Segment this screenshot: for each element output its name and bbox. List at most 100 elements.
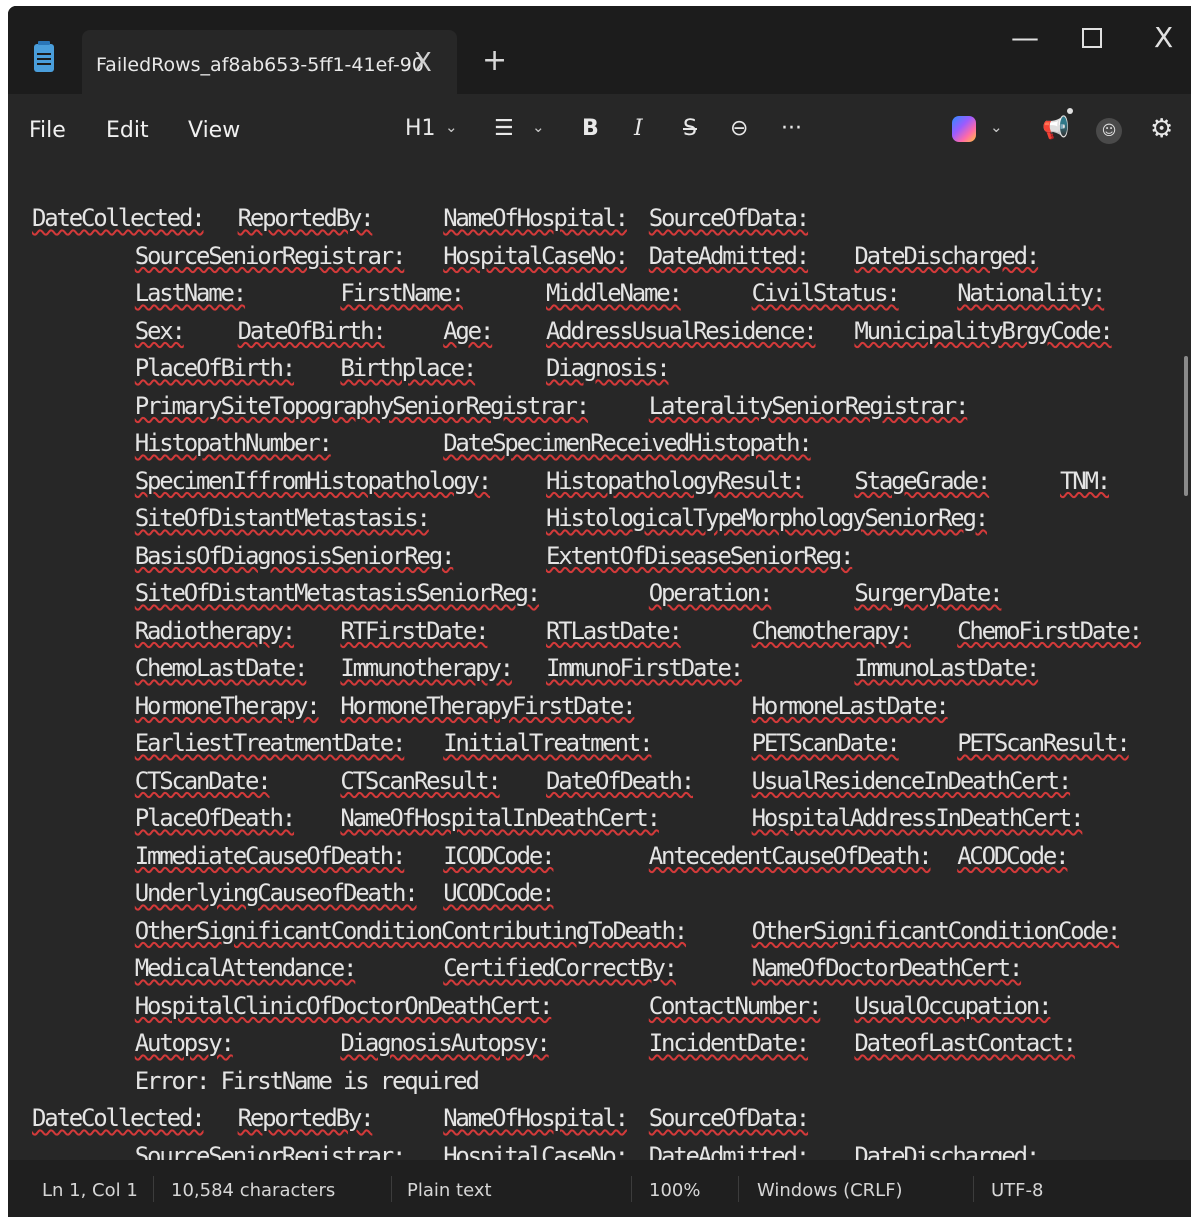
editor-field: Radiotherapy: (134, 616, 296, 645)
editor-field: NameOfDoctorDeathCert: (751, 954, 1024, 982)
vertical-scrollbar[interactable] (1184, 356, 1188, 496)
editor-field: IncidentDate: (648, 1029, 810, 1057)
editor-field: SiteOfDistantMetastasisSeniorReg: (134, 579, 541, 607)
editor-line: HormoneTherapy: HormoneTherapyFirstDate: H… (32, 684, 1182, 722)
more-options-icon[interactable]: ··· (781, 116, 802, 142)
editor-field: DateofLastContact: (854, 1029, 1077, 1057)
link-icon[interactable]: ⊖ (730, 116, 748, 142)
editor-line: ChemoLastDate: Immunotherapy: ImmunoFirstD… (32, 646, 1182, 684)
editor-line: DateCollected: ReportedBy: NameOfHospital:… (32, 1096, 1182, 1134)
status-bar: Ln 1, Col 1 10,584 characters Plain text… (8, 1160, 1191, 1217)
italic-icon[interactable]: I (634, 116, 643, 142)
editor-line: PlaceOfDeath: NameOfHospitalInDeathCert: H… (32, 796, 1182, 834)
line-ending[interactable]: Windows (CRLF) (757, 1180, 903, 1201)
encoding[interactable]: UTF-8 (991, 1180, 1043, 1201)
editor-field: BasisOfDiagnosisSeniorReg: (134, 541, 456, 570)
editor-field: UsualOccupation: (854, 991, 1052, 1020)
editor-line: PlaceOfBirth: Birthplace: Diagnosis: (32, 346, 1182, 384)
editor-field: Age: (443, 316, 494, 345)
close-window-icon[interactable]: X (1154, 24, 1173, 52)
heading-chevron-down-icon[interactable]: ⌄ (445, 118, 458, 136)
title-bar: FailedRows_af8ab653-5ff1-41ef-90 X + — X (8, 6, 1191, 94)
editor-field: Sex: (134, 316, 186, 345)
editor-field: HistopathologyResult: (546, 466, 805, 495)
editor-field: ICODCode: (443, 841, 555, 870)
list-chevron-down-icon[interactable]: ⌄ (532, 118, 545, 136)
editor-line: Radiotherapy: RTFirstDate: RTLastDate: Chem… (32, 609, 1182, 647)
editor-field: RTLastDate: (546, 616, 683, 645)
editor-field: Error: FirstName is required (134, 1066, 480, 1095)
editor-field: PETScanDate: (751, 729, 901, 757)
strikethrough-icon[interactable]: S (683, 116, 697, 142)
editor-field: DateAdmitted: (648, 241, 810, 270)
editor-field: LastName: (134, 279, 247, 307)
menu-bar: File Edit View H1 ⌄ ☰ ⌄ B I S ⊖ ··· ⌄ 📢 … (8, 94, 1191, 166)
copilot-chevron-down-icon[interactable]: ⌄ (990, 118, 1003, 136)
editor-field: ContactNumber: (648, 991, 823, 1020)
editor-field: Diagnosis: (546, 354, 671, 382)
minimize-icon[interactable]: — (1011, 24, 1039, 52)
editor-line: UnderlyingCauseofDeath: UCODCode: (32, 871, 1182, 909)
account-icon[interactable]: ☺ (1096, 118, 1122, 144)
menu-file[interactable]: File (29, 118, 66, 143)
list-icon[interactable]: ☰ (494, 116, 514, 142)
megaphone-icon[interactable]: 📢 (1042, 116, 1069, 142)
settings-gear-icon[interactable]: ⚙ (1150, 116, 1173, 142)
editor-line: Error: FirstName is required (32, 1059, 1182, 1097)
editor-line: SiteOfDistantMetastasis: HistologicalType… (32, 496, 1182, 534)
editor-field: SiteOfDistantMetastasis: (134, 504, 431, 532)
editor-field: SourceSeniorRegistrar: (134, 1141, 407, 1161)
editor-field: DateCollected: (32, 204, 206, 232)
editor-field: PlaceOfBirth: (134, 354, 296, 382)
editor-field: OtherSignificantConditionContributingToD… (134, 916, 688, 945)
editor-line: SourceSeniorRegistrar: HospitalCaseNo: Dat… (32, 1134, 1182, 1161)
editor-field: Operation: (648, 579, 774, 607)
editor-field: HospitalCaseNo: (443, 1141, 629, 1161)
tab-close-icon[interactable]: X (414, 48, 432, 78)
editor-line: SpecimenIffromHistopathology: Histopathol… (32, 459, 1182, 497)
editor-field: ChemoLastDate: (134, 654, 309, 682)
copilot-icon[interactable] (952, 116, 976, 142)
editor-field: DateDischarged: (854, 1141, 1040, 1161)
editor-field: DateCollected: (32, 1104, 206, 1132)
menu-edit[interactable]: Edit (106, 118, 149, 143)
editor-field: SourceOfData: (648, 1104, 810, 1132)
editor-field: NameOfHospital: (443, 204, 629, 232)
editor-field: ImmunoLastDate: (854, 654, 1040, 682)
editor-line: Autopsy: DiagnosisAutopsy: IncidentDate: Da… (32, 1021, 1182, 1059)
editor-field: DateDischarged: (854, 241, 1040, 270)
new-tab-icon[interactable]: + (482, 46, 507, 76)
editor-line: DateCollected: ReportedBy: NameOfHospital:… (32, 196, 1182, 234)
editor-field: EarliestTreatmentDate: (134, 729, 407, 757)
editor-line: Sex: DateOfBirth: Age: AddressUsualResidenc… (32, 309, 1182, 347)
editor-line: BasisOfDiagnosisSeniorReg: ExtentOfDiseas… (32, 534, 1182, 572)
text-editor[interactable]: DateCollected: ReportedBy: NameOfHospital:… (8, 166, 1191, 1160)
editor-field: TNM: (1060, 466, 1111, 495)
editor-content[interactable]: DateCollected: ReportedBy: NameOfHospital:… (32, 196, 1182, 1160)
editor-field: NameOfHospitalInDeathCert: (340, 804, 661, 832)
editor-field: AddressUsualResidence: (546, 316, 818, 345)
editor-line: OtherSignificantConditionContributingToD… (32, 909, 1182, 947)
editor-field: CivilStatus: (751, 279, 901, 307)
editor-field: DateSpecimenReceivedHistopath: (443, 429, 813, 457)
editor-field: MiddleName: (546, 279, 683, 307)
editor-field: ACODCode: (957, 841, 1069, 870)
editor-field: UCODCode: (443, 879, 555, 907)
editor-field: ReportedBy: (237, 204, 375, 232)
editor-line: EarliestTreatmentDate: InitialTreatment: P… (32, 721, 1182, 759)
editor-field: CTScanResult: (340, 766, 501, 795)
editor-field: Autopsy: (134, 1029, 235, 1057)
bold-icon[interactable]: B (582, 116, 599, 142)
maximize-icon[interactable] (1082, 28, 1102, 48)
menu-view[interactable]: View (188, 118, 240, 143)
editor-field: NameOfHospital: (443, 1104, 629, 1132)
status-divider (973, 1176, 974, 1202)
editor-line: HospitalClinicOfDoctorOnDeathCert: Contac… (32, 984, 1182, 1022)
status-divider (391, 1176, 392, 1202)
text-format[interactable]: Plain text (407, 1180, 492, 1201)
editor-field: HospitalClinicOfDoctorOnDeathCert: (134, 991, 554, 1020)
editor-field: DateOfBirth: (237, 316, 387, 345)
zoom-level[interactable]: 100% (649, 1180, 700, 1201)
document-tab[interactable]: FailedRows_af8ab653-5ff1-41ef-90 X (82, 30, 457, 94)
heading-button[interactable]: H1 (405, 116, 436, 142)
